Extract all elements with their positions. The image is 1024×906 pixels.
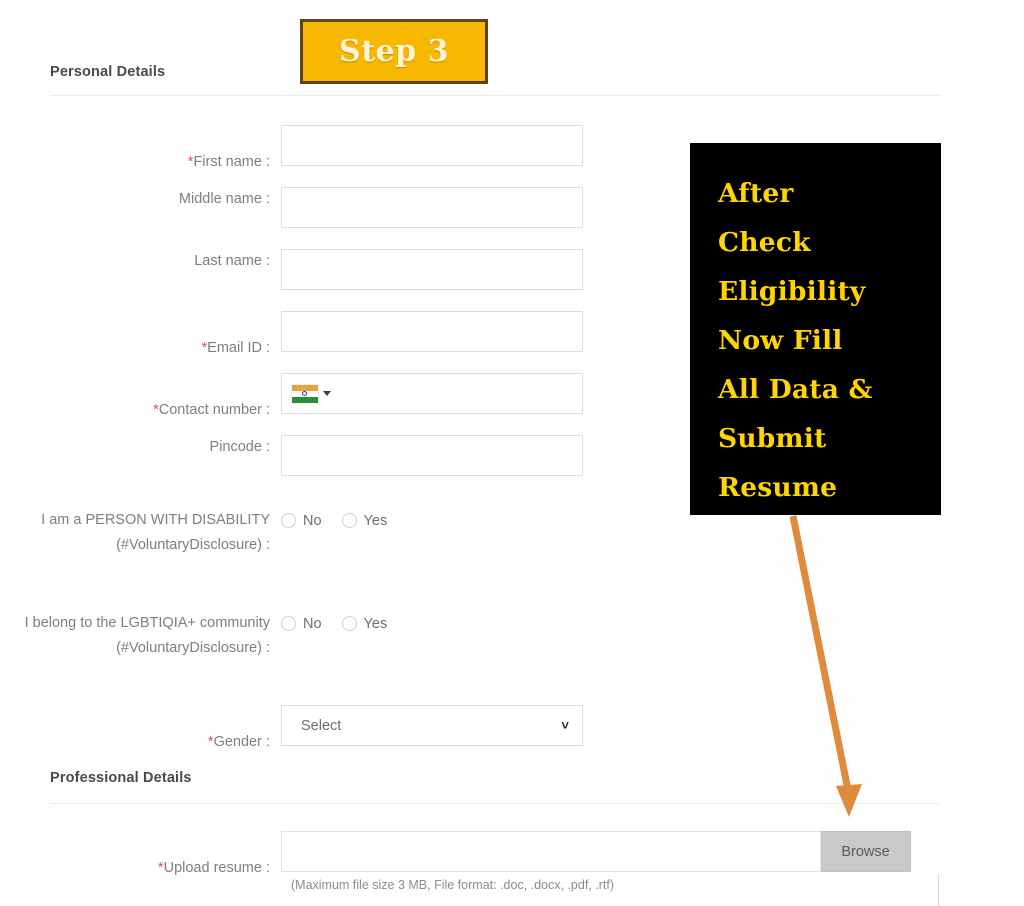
section-divider-personal bbox=[50, 95, 940, 96]
annotation-callout-box: After Check Eligibility Now Fill All Dat… bbox=[690, 143, 941, 515]
section-heading-professional-details: Professional Details bbox=[50, 770, 192, 786]
form-row-contact-number: *Contact number : bbox=[0, 373, 620, 423]
caret-down-icon bbox=[323, 391, 331, 396]
label-gender: *Gender : bbox=[207, 734, 270, 750]
form-row-email-id: *Email ID : bbox=[0, 311, 620, 361]
india-flag-icon bbox=[292, 384, 318, 403]
lgbtiqia-radio-group: No Yes bbox=[281, 611, 387, 636]
form-row-last-name: Last name : bbox=[0, 249, 620, 290]
upload-resume-hint: (Maximum file size 3 MB, File format: .d… bbox=[291, 878, 614, 892]
page-edge-divider bbox=[938, 874, 939, 906]
form-row-middle-name: Middle name : bbox=[0, 187, 620, 228]
arrow-down-right-icon bbox=[789, 515, 862, 817]
gender-select-wrap: Select Male Female Other ˅ bbox=[281, 705, 583, 746]
disability-radio-group: No Yes bbox=[281, 508, 387, 533]
form-row-lgbtiqia: I belong to the LGBTIQIA+ community (#Vo… bbox=[0, 611, 620, 661]
label-disability: I am a PERSON WITH DISABILITY (#Voluntar… bbox=[41, 512, 270, 553]
label-upload-resume: *Upload resume : bbox=[157, 860, 270, 876]
annotation-line: Check bbox=[718, 227, 811, 258]
browse-button[interactable]: Browse bbox=[821, 831, 911, 872]
first-name-input[interactable] bbox=[281, 125, 583, 166]
pincode-input[interactable] bbox=[281, 435, 583, 476]
label-middle-name: Middle name : bbox=[178, 191, 270, 207]
form-row-pincode: Pincode : bbox=[0, 435, 620, 476]
contact-number-input[interactable] bbox=[331, 374, 582, 413]
label-email-id: *Email ID : bbox=[201, 340, 271, 356]
label-first-name: *First name : bbox=[187, 154, 270, 170]
form-row-disability: I am a PERSON WITH DISABILITY (#Voluntar… bbox=[0, 508, 620, 558]
annotation-line: After bbox=[718, 178, 794, 209]
form-row-first-name: *First name : bbox=[0, 125, 620, 175]
annotation-line: Submit bbox=[718, 423, 827, 454]
lgbtiqia-option-yes[interactable]: Yes bbox=[341, 616, 387, 632]
step-badge-label: Step 3 bbox=[339, 34, 449, 69]
disability-option-yes[interactable]: Yes bbox=[341, 513, 387, 529]
section-heading-personal-details: Personal Details bbox=[50, 64, 166, 80]
annotation-line: All Data & bbox=[718, 374, 873, 405]
form-row-upload-resume: *Upload resume : Browse bbox=[0, 831, 960, 881]
label-last-name: Last name : bbox=[194, 253, 270, 269]
annotation-line: Eligibility bbox=[718, 276, 866, 307]
annotation-line: Resume bbox=[718, 472, 838, 503]
annotation-line: Now Fill bbox=[718, 325, 843, 356]
contact-number-field[interactable] bbox=[281, 373, 583, 414]
section-divider-professional bbox=[50, 803, 940, 804]
lgbtiqia-option-no[interactable]: No bbox=[281, 616, 322, 632]
application-form-page: Personal Details Step 3 *First name : Mi… bbox=[0, 0, 1024, 906]
disability-option-no[interactable]: No bbox=[281, 513, 322, 529]
country-code-selector[interactable] bbox=[292, 384, 331, 403]
radio-button-icon[interactable] bbox=[341, 513, 357, 528]
radio-button-icon[interactable] bbox=[341, 616, 357, 631]
step-badge: Step 3 bbox=[300, 19, 488, 84]
email-id-input[interactable] bbox=[281, 311, 583, 352]
label-contact-number: *Contact number : bbox=[153, 402, 270, 418]
label-lgbtiqia: I belong to the LGBTIQIA+ community (#Vo… bbox=[24, 615, 270, 656]
label-pincode: Pincode : bbox=[209, 439, 270, 455]
last-name-input[interactable] bbox=[281, 249, 583, 290]
radio-button-icon[interactable] bbox=[281, 616, 296, 631]
gender-select[interactable]: Select Male Female Other bbox=[281, 705, 583, 746]
middle-name-input[interactable] bbox=[281, 187, 583, 228]
form-row-gender: *Gender : Select Male Female Other ˅ bbox=[0, 705, 620, 755]
radio-button-icon[interactable] bbox=[281, 513, 296, 528]
upload-resume-input[interactable] bbox=[281, 831, 821, 872]
